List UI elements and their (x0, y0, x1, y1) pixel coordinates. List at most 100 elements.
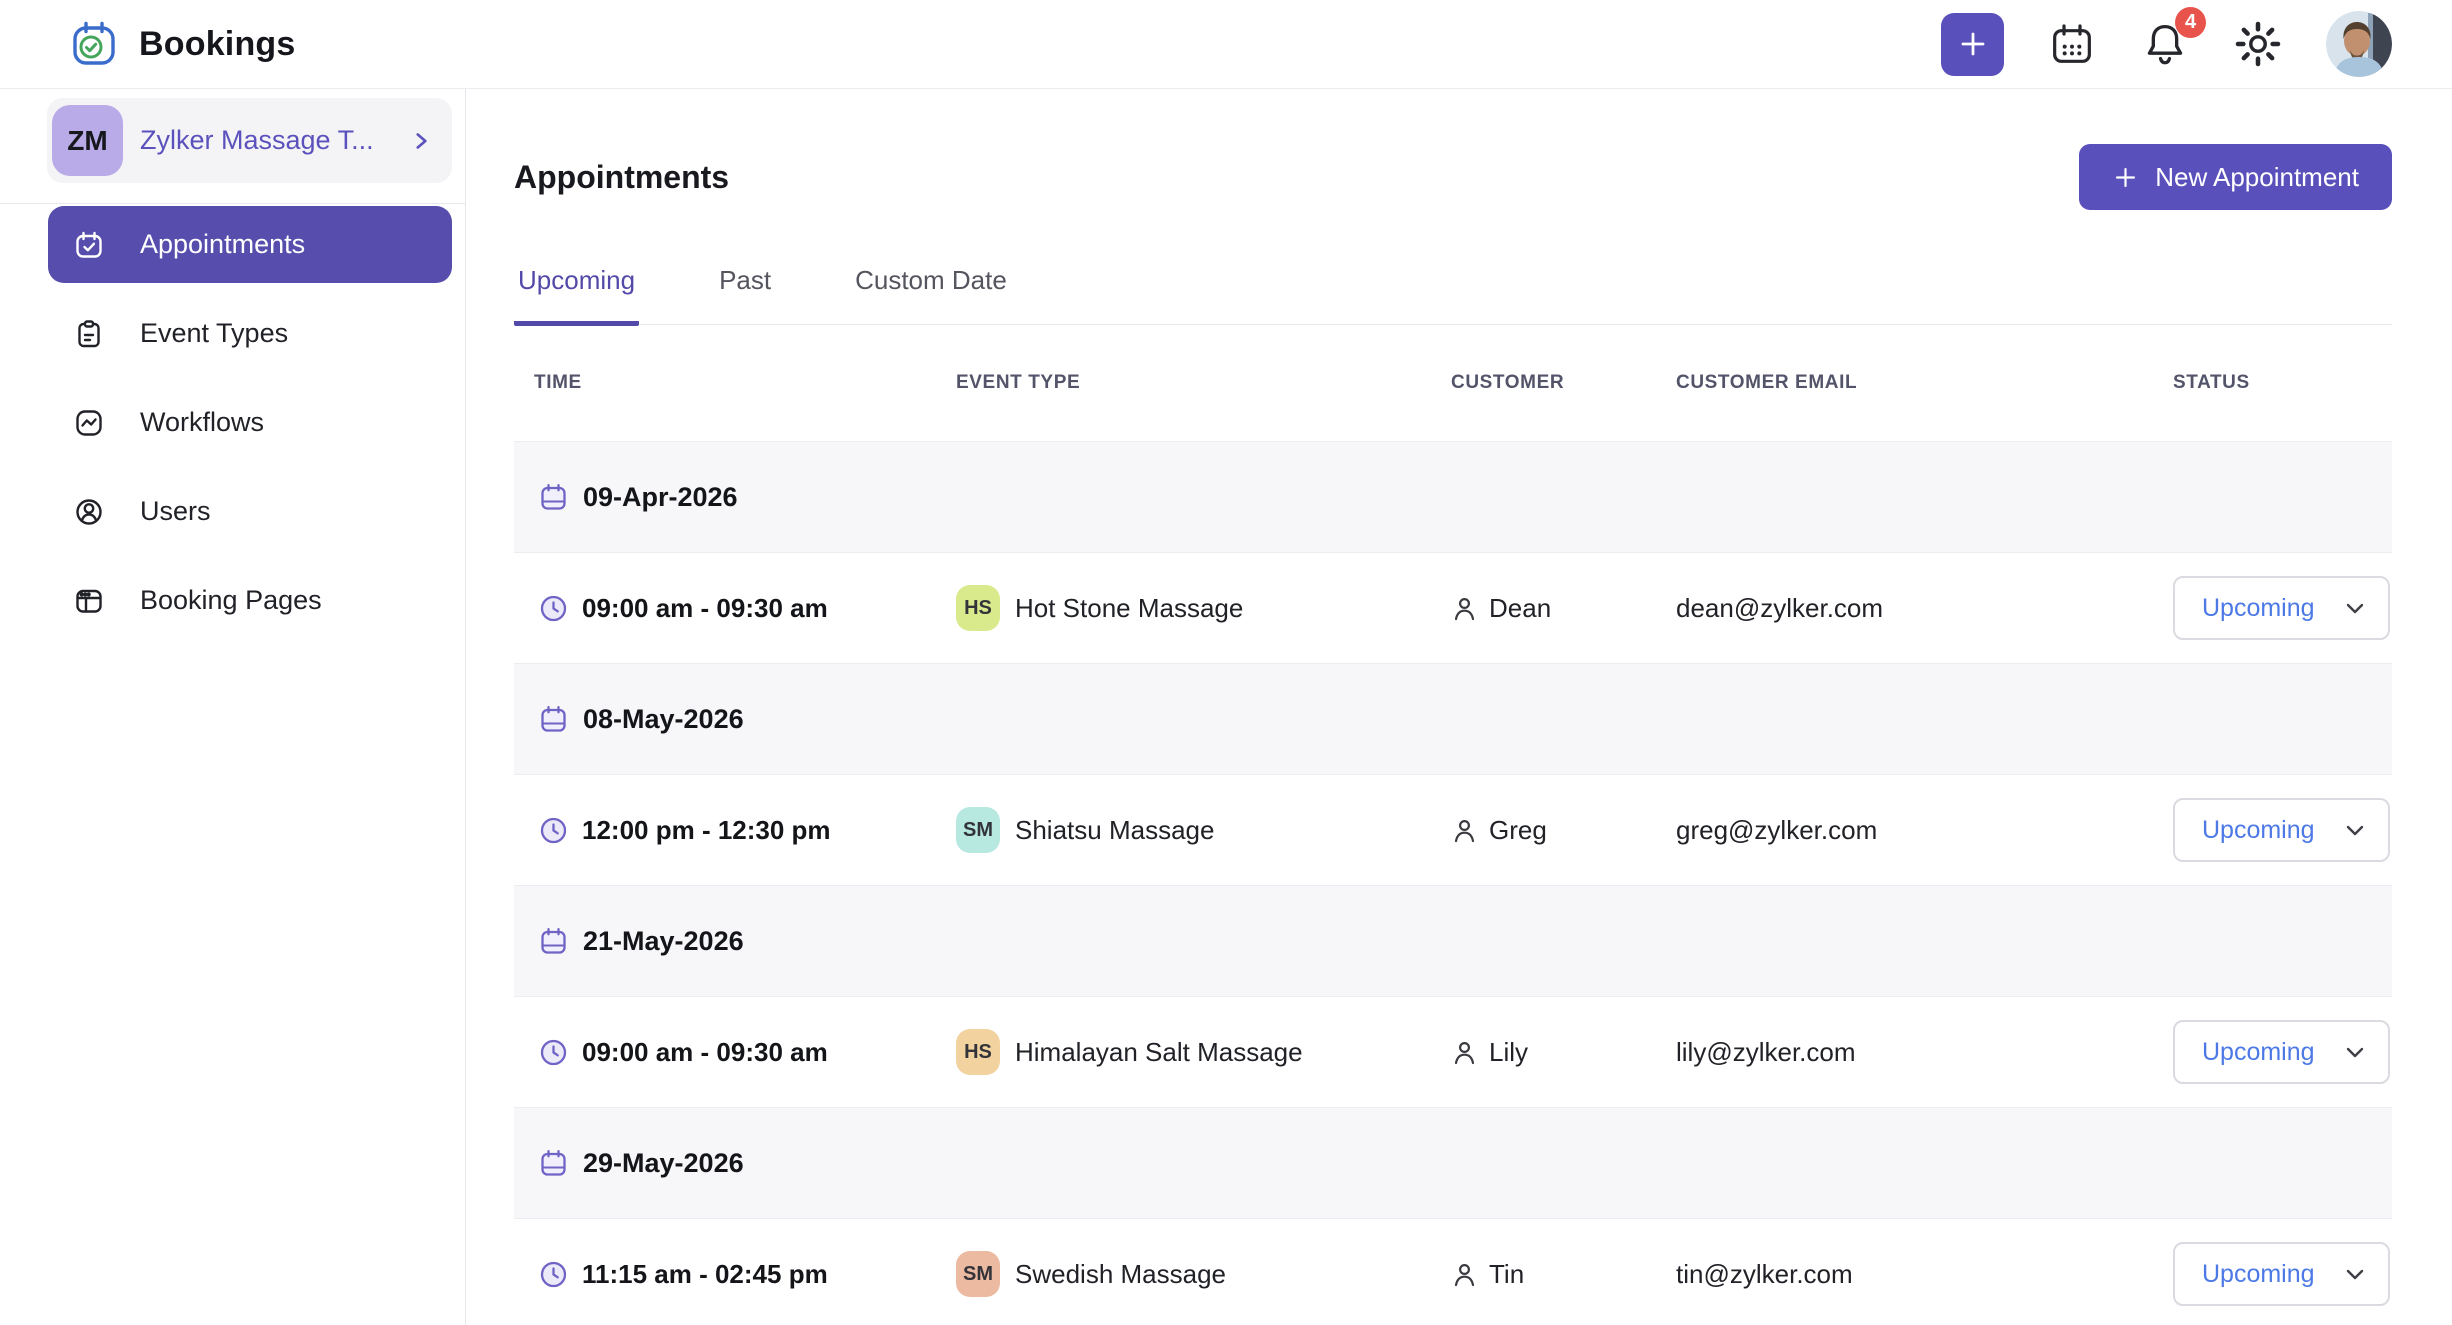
group-date: 09-Apr-2026 (583, 481, 738, 512)
group-date: 21-May-2026 (583, 925, 744, 956)
tab-upcoming[interactable]: Upcoming (514, 244, 640, 326)
event-type-name: Hot Stone Massage (1015, 592, 1244, 623)
customer-name: Greg (1489, 814, 1547, 845)
column-header-status: STATUS (2173, 372, 2250, 393)
table-header: TIME EVENT TYPE CUSTOMER CUSTOMER EMAIL … (514, 325, 2392, 441)
sidebar-item-label: Event Types (140, 318, 289, 348)
main-content: Appointments New Appointment Upcoming Pa… (466, 89, 2452, 1325)
plus-icon (2112, 164, 2139, 191)
sidebar-item-label: Users (140, 496, 211, 526)
customer-email: tin@zylker.com (1676, 1258, 1853, 1289)
appointment-row[interactable]: 09:00 am - 09:30 am HS Hot Stone Massage… (514, 552, 2392, 663)
customer-name: Tin (1489, 1258, 1525, 1289)
notifications-button[interactable]: 4 (2140, 7, 2206, 69)
sidebar-item-appointments[interactable]: Appointments (48, 206, 452, 283)
status-dropdown[interactable]: Upcoming (2173, 1242, 2390, 1306)
customer-name: Dean (1489, 592, 1552, 623)
person-icon (1451, 595, 1478, 622)
date-group-row: 09-Apr-2026 (514, 441, 2392, 552)
appointment-row[interactable]: 12:00 pm - 12:30 pm SM Shiatsu Massage G… (514, 774, 2392, 885)
column-header-time: TIME (534, 372, 582, 393)
appointment-time: 12:00 pm - 12:30 pm (582, 814, 831, 845)
appointments-tabs: Upcoming Past Custom Date (514, 244, 2392, 326)
chevron-down-icon (2342, 817, 2368, 843)
app-title: Bookings (139, 24, 296, 63)
event-type-name: Himalayan Salt Massage (1015, 1036, 1303, 1067)
notification-count-badge: 4 (2175, 7, 2206, 38)
person-icon (1451, 1039, 1478, 1066)
brand: Bookings (69, 19, 296, 69)
event-type-name: Shiatsu Massage (1015, 814, 1215, 845)
person-icon (1451, 1261, 1478, 1288)
team-initials-badge: ZM (52, 105, 123, 176)
appointment-time: 11:15 am - 02:45 pm (582, 1258, 828, 1289)
team-name: Zylker Massage T... (140, 125, 374, 155)
chevron-right-icon (408, 128, 434, 154)
bookings-app: Bookings 4 ZM Zylker Massage T... Appoin… (0, 0, 2452, 1325)
sidebar-divider (0, 203, 465, 204)
calendar-date-icon (538, 1148, 569, 1179)
topbar-actions: 4 (1941, 7, 2392, 77)
column-header-event-type: EVENT TYPE (956, 372, 1081, 393)
bookings-logo-icon (69, 19, 119, 69)
group-date: 29-May-2026 (583, 1147, 744, 1178)
event-type-badge: HS (956, 585, 1000, 631)
calendar-button[interactable] (2048, 20, 2096, 68)
event-type-name: Swedish Massage (1015, 1258, 1226, 1289)
appointment-time: 09:00 am - 09:30 am (582, 1036, 828, 1067)
calendar-check-icon (73, 229, 105, 261)
sidebar: ZM Zylker Massage T... Appointments Even… (0, 89, 466, 1325)
group-date: 08-May-2026 (583, 703, 744, 734)
appointment-row[interactable]: 11:15 am - 02:45 pm SM Swedish Massage T… (514, 1218, 2392, 1325)
appointment-row[interactable]: 09:00 am - 09:30 am HS Himalayan Salt Ma… (514, 996, 2392, 1107)
clock-icon (538, 1037, 569, 1068)
event-type-badge: SM (956, 1251, 1000, 1297)
clipboard-icon (73, 318, 105, 350)
tab-custom-date[interactable]: Custom Date (851, 244, 1011, 326)
sidebar-nav: Appointments Event Types Workflows Users… (0, 205, 465, 639)
sidebar-item-label: Appointments (140, 229, 306, 259)
new-appointment-button[interactable]: New Appointment (2079, 144, 2392, 210)
sidebar-item-label: Booking Pages (140, 585, 322, 615)
chevron-down-icon (2342, 595, 2368, 621)
clock-icon (538, 593, 569, 624)
calendar-date-icon (538, 926, 569, 957)
customer-email: dean@zylker.com (1676, 592, 1884, 623)
page-title: Appointments (514, 158, 730, 195)
tab-past[interactable]: Past (715, 244, 775, 326)
calendar-icon (2048, 20, 2096, 68)
status-dropdown[interactable]: Upcoming (2173, 576, 2390, 640)
status-dropdown[interactable]: Upcoming (2173, 798, 2390, 862)
event-type-badge: SM (956, 807, 1000, 853)
date-group-row: 08-May-2026 (514, 663, 2392, 774)
customer-name: Lily (1489, 1036, 1529, 1067)
sidebar-item-event-types[interactable]: Event Types (48, 295, 452, 372)
user-avatar[interactable] (2326, 11, 2392, 77)
sidebar-item-booking-pages[interactable]: Booking Pages (48, 562, 452, 639)
top-bar: Bookings 4 (0, 0, 2452, 89)
gear-icon (2234, 20, 2282, 68)
clock-icon (538, 815, 569, 846)
column-header-customer: CUSTOMER (1451, 372, 1565, 393)
pulse-icon (73, 407, 105, 439)
calendar-date-icon (538, 482, 569, 513)
settings-button[interactable] (2234, 20, 2282, 68)
date-group-row: 21-May-2026 (514, 885, 2392, 996)
quick-add-button[interactable] (1941, 12, 2004, 76)
date-group-row: 29-May-2026 (514, 1107, 2392, 1218)
sidebar-item-workflows[interactable]: Workflows (48, 384, 452, 461)
browser-layout-icon (73, 585, 105, 617)
status-dropdown[interactable]: Upcoming (2173, 1020, 2390, 1084)
clock-icon (538, 1259, 569, 1290)
sidebar-item-users[interactable]: Users (48, 473, 452, 550)
sidebar-item-label: Workflows (140, 407, 265, 437)
customer-email: greg@zylker.com (1676, 814, 1878, 845)
calendar-date-icon (538, 704, 569, 735)
team-switcher[interactable]: ZM Zylker Massage T... (47, 98, 452, 183)
person-icon (1451, 817, 1478, 844)
chevron-down-icon (2342, 1261, 2368, 1287)
event-type-badge: HS (956, 1029, 1000, 1075)
chevron-down-icon (2342, 1039, 2368, 1065)
plus-icon (1957, 28, 1989, 60)
column-header-customer-email: CUSTOMER EMAIL (1676, 372, 1858, 393)
